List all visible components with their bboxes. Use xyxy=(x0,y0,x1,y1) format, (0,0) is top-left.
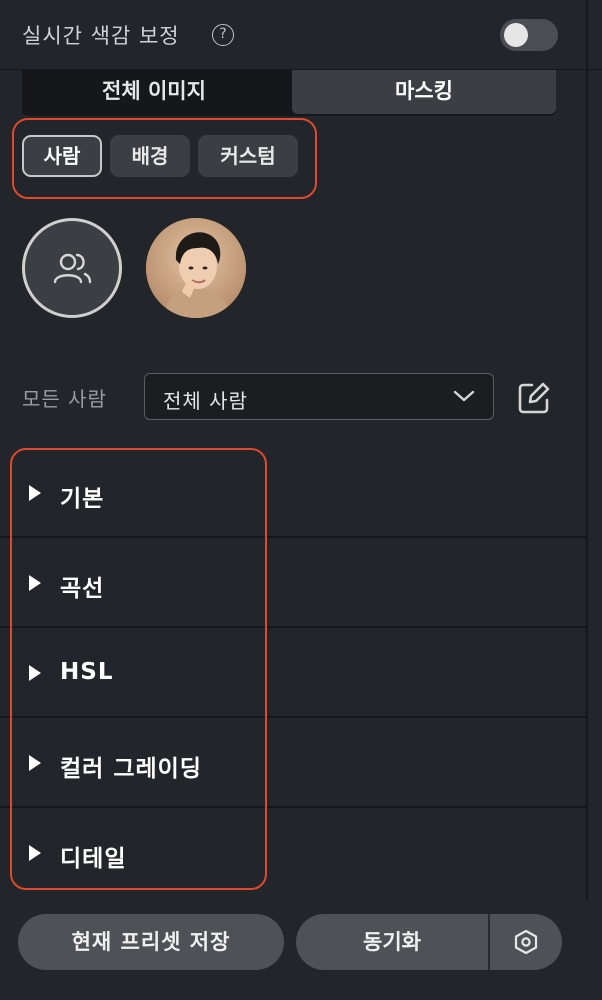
tab-masking[interactable]: 마스킹 xyxy=(292,70,556,114)
people-select[interactable]: 전체 사람 xyxy=(144,373,494,420)
chip-person[interactable]: 사람 xyxy=(22,135,102,177)
edit-icon[interactable] xyxy=(516,380,552,416)
panel-divider xyxy=(586,0,588,900)
chip-background[interactable]: 배경 xyxy=(110,135,190,177)
all-people-avatar[interactable] xyxy=(22,218,122,318)
realtime-correction-toggle[interactable] xyxy=(500,19,558,51)
sync-button-group: 동기화 xyxy=(296,914,562,970)
panel-header: 실시간 색감 보정 ? xyxy=(0,0,602,70)
sections-highlight-outline xyxy=(10,448,267,890)
hexagon-settings-icon xyxy=(514,929,538,955)
people-select-value: 전체 사람 xyxy=(163,389,248,413)
face-portrait-image xyxy=(146,218,246,318)
person-face-thumbnail[interactable] xyxy=(146,218,246,318)
tab-whole-image[interactable]: 전체 이미지 xyxy=(22,70,286,114)
sync-settings-button[interactable] xyxy=(490,914,562,970)
sync-button[interactable]: 동기화 xyxy=(296,914,488,970)
help-icon[interactable]: ? xyxy=(212,24,234,46)
color-correction-panel: 실시간 색감 보정 ? 전체 이미지 마스킹 사람 배경 커스텀 모든 사람 전… xyxy=(0,0,602,1000)
chevron-down-icon xyxy=(453,390,475,402)
toggle-knob xyxy=(504,23,528,47)
realtime-correction-label: 실시간 색감 보정 xyxy=(22,24,180,48)
chip-custom[interactable]: 커스텀 xyxy=(198,135,298,177)
people-group-icon xyxy=(53,253,92,284)
people-filter-label: 모든 사람 xyxy=(22,387,107,411)
save-preset-button[interactable]: 현재 프리셋 저장 xyxy=(18,914,284,970)
scope-tabs: 전체 이미지 마스킹 xyxy=(22,70,556,116)
